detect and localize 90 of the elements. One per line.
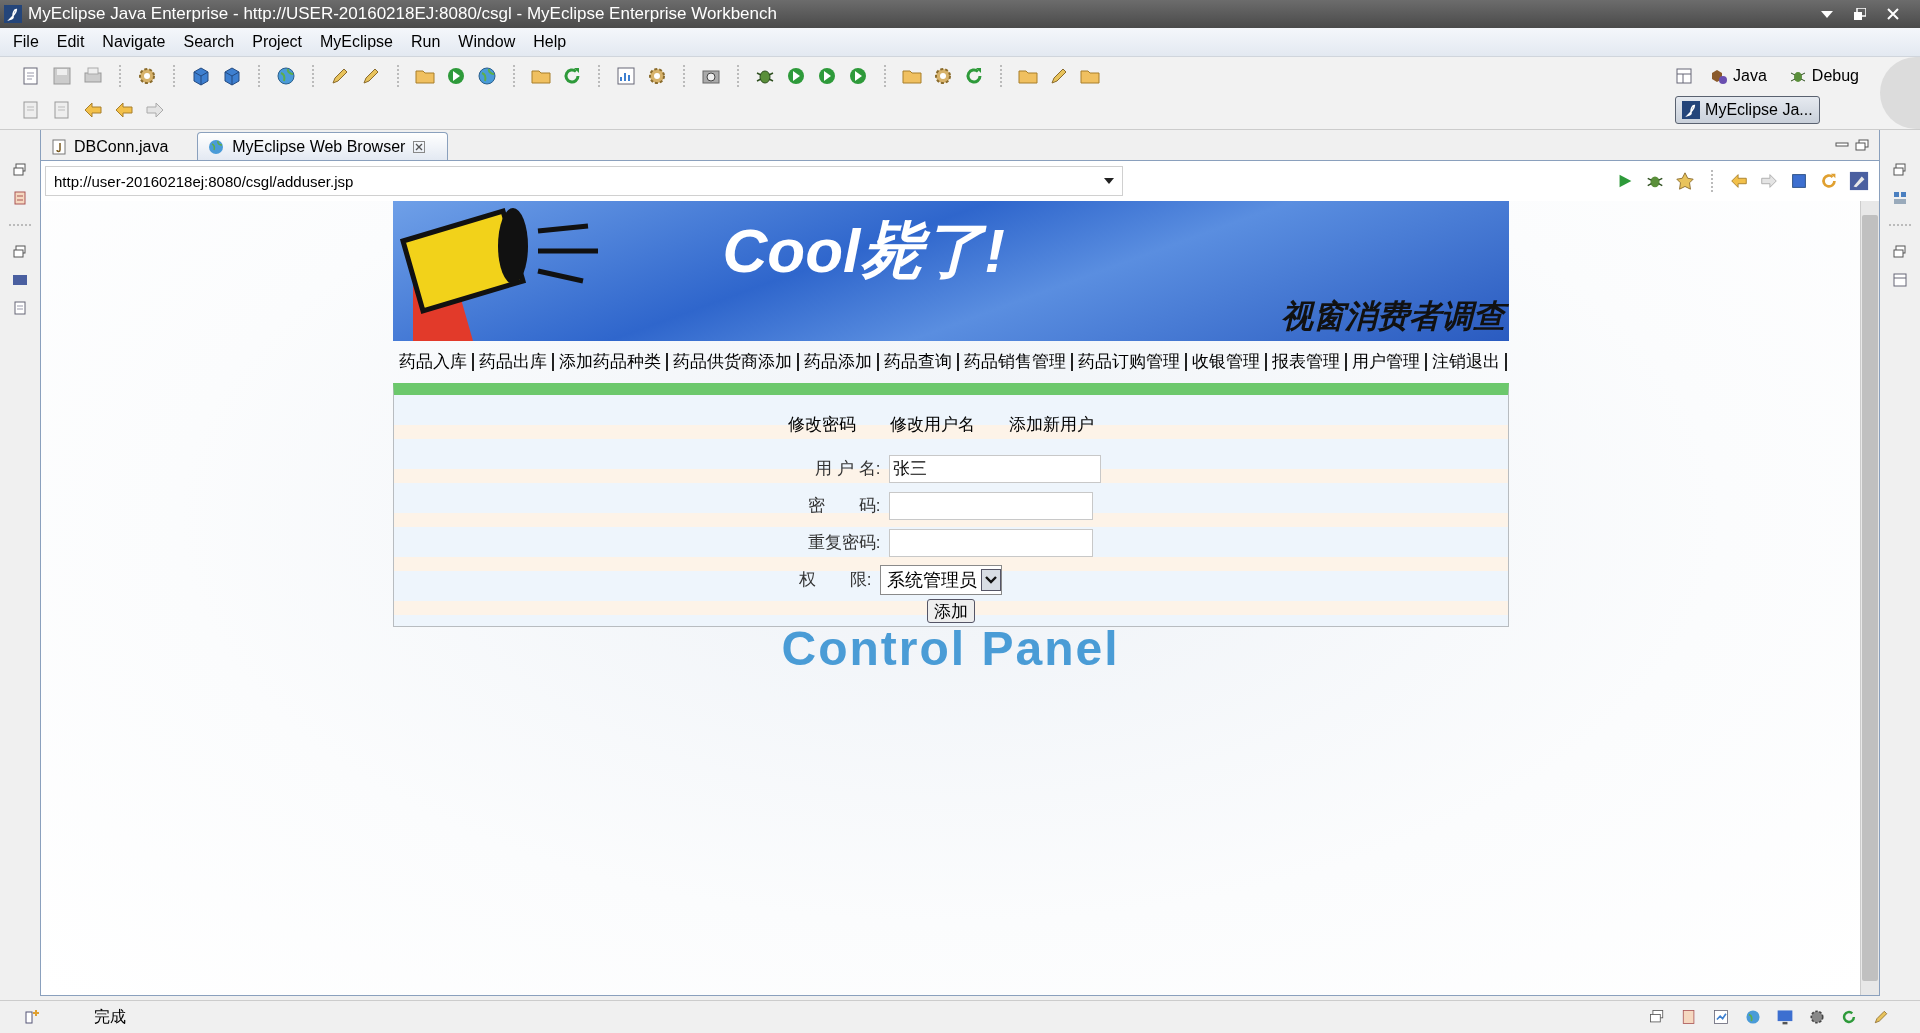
field-label: 用 户 名: xyxy=(814,458,881,480)
nav-link[interactable]: 注销退出 xyxy=(1427,353,1507,371)
monitor-icon[interactable] xyxy=(1776,1008,1794,1026)
scrollbar[interactable] xyxy=(1860,201,1879,995)
play-icon[interactable] xyxy=(445,65,467,87)
password-field[interactable] xyxy=(888,491,1093,520)
cubes-icon xyxy=(1710,67,1729,85)
java-file-icon xyxy=(52,138,66,155)
monitor-icon[interactable] xyxy=(12,272,28,288)
url-field[interactable]: http://user-20160218ej:8080/csgl/adduser.jsp xyxy=(45,166,1123,196)
play-icon[interactable] xyxy=(785,65,807,87)
sub-nav-link[interactable]: 修改用户名 xyxy=(889,413,975,436)
dropdown-icon[interactable] xyxy=(1820,9,1834,19)
app-logo-icon xyxy=(4,5,22,23)
dropdown-icon[interactable] xyxy=(1104,178,1114,184)
perspective-button[interactable]: Debug xyxy=(1781,62,1866,90)
maximize-icon[interactable] xyxy=(1855,139,1869,151)
globe-icon[interactable] xyxy=(1744,1008,1762,1026)
gear-icon[interactable] xyxy=(646,65,668,87)
menu-item[interactable]: File xyxy=(4,33,48,51)
star-icon[interactable] xyxy=(1675,171,1695,191)
play-icon[interactable] xyxy=(816,65,838,87)
banner-headline: Cool毙了! xyxy=(722,215,1005,287)
pencil-icon[interactable] xyxy=(1849,171,1869,191)
arrow-left-icon[interactable] xyxy=(1729,171,1749,191)
refresh-icon[interactable] xyxy=(1819,171,1839,191)
nav-link[interactable]: 用户管理 xyxy=(1347,353,1427,371)
cube-icon[interactable] xyxy=(190,65,212,87)
restore-icon[interactable] xyxy=(1648,1008,1666,1026)
gear-icon[interactable] xyxy=(1808,1008,1826,1026)
menu-item[interactable]: MyEclipse xyxy=(311,33,402,51)
cube-icon[interactable] xyxy=(221,65,243,87)
perspective-button[interactable]: MyEclipse Ja... xyxy=(1675,96,1820,124)
globe-icon[interactable] xyxy=(476,65,498,87)
app-logo-icon xyxy=(1682,101,1701,119)
globe-icon[interactable] xyxy=(275,65,297,87)
password-field[interactable] xyxy=(888,528,1093,557)
tab-label: DBConn.java xyxy=(74,137,169,156)
perspective-button[interactable]: Java xyxy=(1703,62,1774,90)
refresh-icon[interactable] xyxy=(1840,1008,1858,1026)
tab-label: MyEclipse Web Browser xyxy=(232,137,406,156)
sub-nav-link[interactable]: 添加新用户 xyxy=(1008,413,1094,436)
menu-item[interactable]: Search xyxy=(174,33,244,51)
nav-link[interactable]: 药品查询 xyxy=(879,353,959,371)
status-message: 完成 xyxy=(94,1006,126,1027)
restore-icon[interactable] xyxy=(1892,244,1908,260)
nav-link[interactable]: 药品供货商添加 xyxy=(668,353,799,371)
editor-tab[interactable]: DBConn.java xyxy=(41,132,192,160)
username-field[interactable]: 张三 xyxy=(888,454,1101,483)
restore-icon[interactable] xyxy=(12,162,28,178)
nav-link[interactable]: 药品销售管理 xyxy=(959,353,1073,371)
minimize-icon[interactable] xyxy=(1835,140,1849,150)
menu-item[interactable]: Run xyxy=(401,33,450,51)
menu-item[interactable]: Window xyxy=(449,33,525,51)
field-label: 密 码: xyxy=(806,495,881,517)
globe-icon xyxy=(208,138,225,155)
nav-link[interactable]: 药品出库 xyxy=(474,353,554,371)
menu-item[interactable]: Edit xyxy=(47,33,94,51)
chevron-down-icon xyxy=(980,568,1001,591)
pencil-icon[interactable] xyxy=(1872,1008,1890,1026)
restore-icon[interactable] xyxy=(1892,162,1908,178)
nav-link[interactable]: 药品订购管理 xyxy=(1073,353,1187,371)
window-title: MyEclipse Java Enterprise - http://USER-20160218EJ:8080/csgl - MyEclipse Enterprise Workbench xyxy=(28,4,777,24)
gear-icon[interactable] xyxy=(136,65,158,87)
role-select[interactable]: 系统管理员 xyxy=(879,564,1002,595)
sub-nav-link[interactable]: 修改密码 xyxy=(787,413,856,436)
stop-icon[interactable] xyxy=(1789,171,1809,191)
nav-link[interactable]: 添加药品种类 xyxy=(554,353,668,371)
menu-item[interactable]: Navigate xyxy=(93,33,175,51)
add-button[interactable]: 添加 xyxy=(926,599,975,623)
editor-tab[interactable]: MyEclipse Web Browser xyxy=(197,132,449,160)
play-icon[interactable] xyxy=(847,65,869,87)
field-label: 权 限: xyxy=(797,569,872,591)
gear-icon[interactable] xyxy=(932,65,954,87)
control-panel-text: Control Panel xyxy=(781,621,1120,676)
save-icon[interactable] xyxy=(51,65,73,87)
field-label: 重复密码: xyxy=(806,532,881,554)
close-icon[interactable] xyxy=(413,140,426,153)
nav-link[interactable]: 报表管理 xyxy=(1267,353,1347,371)
arrow-right-icon[interactable] xyxy=(1759,171,1779,191)
chart-icon[interactable] xyxy=(615,65,637,87)
nav-link[interactable]: 收银管理 xyxy=(1187,353,1267,371)
restore-icon[interactable] xyxy=(12,244,28,260)
nav-link[interactable]: 药品添加 xyxy=(799,353,879,371)
chart-icon[interactable] xyxy=(1712,1008,1730,1026)
menu-item[interactable]: Project xyxy=(243,33,311,51)
restore-icon[interactable] xyxy=(1854,8,1866,20)
fast-view-icon[interactable] xyxy=(24,1009,40,1025)
nav-link[interactable]: 药品入库 xyxy=(394,353,474,371)
menu-item[interactable]: Help xyxy=(524,33,576,51)
